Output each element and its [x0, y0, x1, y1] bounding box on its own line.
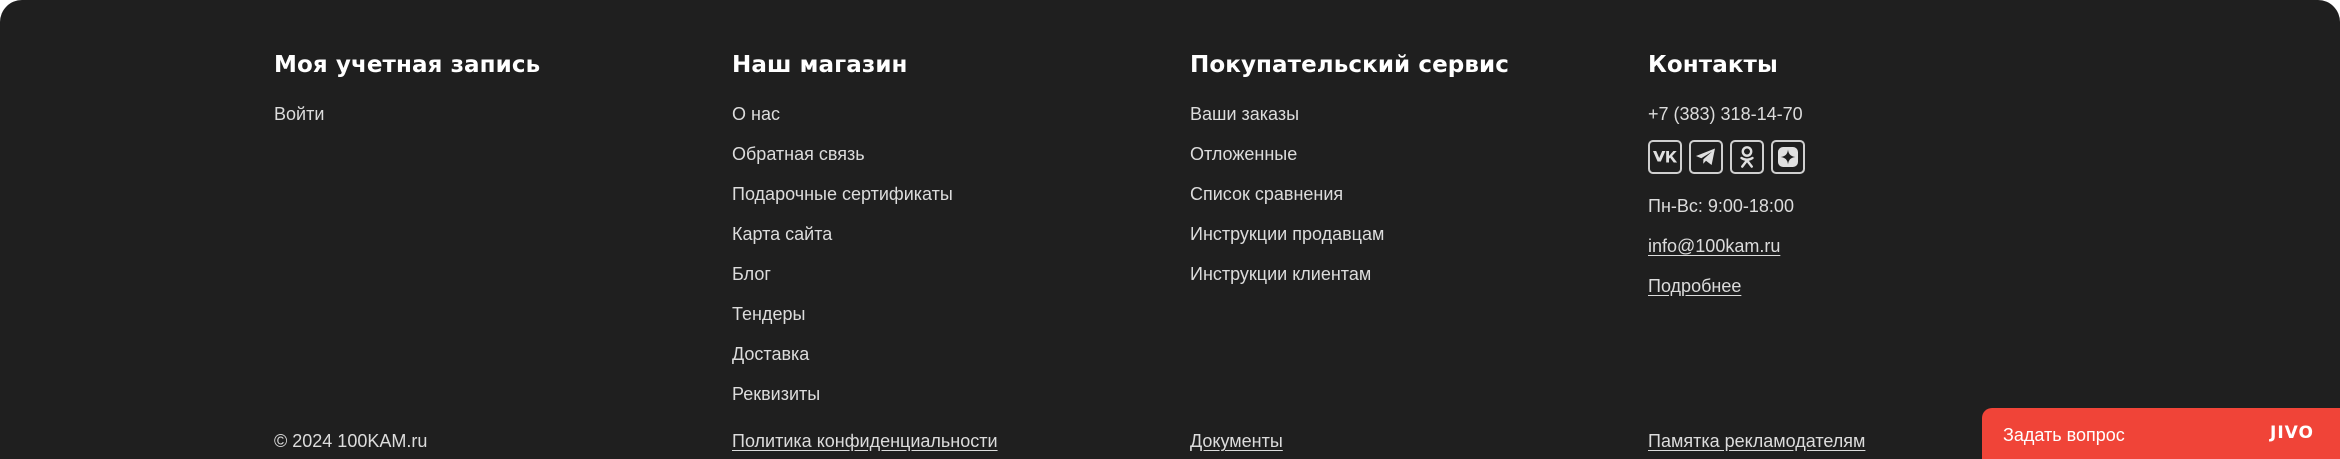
footer-link-item: Карта сайта: [732, 222, 1172, 262]
footer-link-item: Подарочные сертификаты: [732, 182, 1172, 222]
shop-links: О нас Обратная связь Подарочные сертифик…: [732, 102, 1172, 422]
footer-column-contacts: Контакты +7 (383) 318-14-70 Пн-Вс: 9:00-…: [1648, 48, 2088, 298]
social-links: [1648, 140, 2088, 174]
orders-link[interactable]: Ваши заказы: [1190, 104, 1299, 124]
compare-list-link[interactable]: Список сравнения: [1190, 184, 1343, 204]
service-links: Ваши заказы Отложенные Список сравнения …: [1190, 102, 1630, 302]
footer-column-service: Покупательский сервис Ваши заказы Отложе…: [1190, 48, 1630, 302]
privacy-policy-link[interactable]: Политика конфиденциальности: [732, 429, 998, 453]
copyright: © 2024 100KAM.ru: [274, 431, 428, 451]
footer-link-item: Тендеры: [732, 302, 1172, 342]
chat-label: Задать вопрос: [2003, 425, 2125, 445]
footer-link-item: Ваши заказы: [1190, 102, 1630, 142]
footer-heading-contacts: Контакты: [1648, 52, 1778, 78]
footer-link-item: Список сравнения: [1190, 182, 1630, 222]
footer-link-item: Войти: [274, 102, 714, 142]
footer-link-item: Отложенные: [1190, 142, 1630, 182]
footer-link-item: Обратная связь: [732, 142, 1172, 182]
tenders-link[interactable]: Тендеры: [732, 304, 805, 324]
account-links: Войти: [274, 102, 714, 142]
seller-instructions-link[interactable]: Инструкции продавцам: [1190, 224, 1384, 244]
blog-link[interactable]: Блог: [732, 264, 771, 284]
gift-certificates-link[interactable]: Подарочные сертификаты: [732, 184, 953, 204]
footer-link-item: Доставка: [732, 342, 1172, 382]
ask-question-chat-button[interactable]: Задать вопрос JIVO: [1982, 408, 2340, 459]
footer-link-item: Блог: [732, 262, 1172, 302]
jivo-logo: JIVO: [2270, 423, 2314, 443]
footer-heading-account: Моя учетная запись: [274, 52, 541, 78]
more-contacts-link[interactable]: Подробнее: [1648, 276, 1741, 296]
requisites-link[interactable]: Реквизиты: [732, 384, 820, 404]
telegram-icon[interactable]: [1689, 140, 1723, 174]
advertisers-memo-link[interactable]: Памятка рекламодателям: [1648, 429, 1865, 453]
documents-link[interactable]: Документы: [1190, 429, 1283, 453]
footer-link-item: О нас: [732, 102, 1172, 142]
email-link[interactable]: info@100kam.ru: [1648, 236, 1780, 256]
footer-link-item: Инструкции продавцам: [1190, 222, 1630, 262]
footer-link-item: Реквизиты: [732, 382, 1172, 422]
delivery-link[interactable]: Доставка: [732, 344, 809, 364]
phone-number[interactable]: +7 (383) 318-14-70: [1648, 102, 2088, 126]
footer-column-shop: Наш магазин О нас Обратная связь Подароч…: [732, 48, 1172, 422]
site-footer: Моя учетная запись Войти Наш магазин О н…: [0, 0, 2340, 459]
footer-heading-shop: Наш магазин: [732, 52, 908, 78]
odnoklassniki-icon[interactable]: [1730, 140, 1764, 174]
login-link[interactable]: Войти: [274, 104, 324, 124]
client-instructions-link[interactable]: Инструкции клиентам: [1190, 264, 1371, 284]
footer-heading-service: Покупательский сервис: [1190, 52, 1509, 78]
vk-icon[interactable]: [1648, 140, 1682, 174]
about-link[interactable]: О нас: [732, 104, 780, 124]
sitemap-link[interactable]: Карта сайта: [732, 224, 832, 244]
footer-link-item: Инструкции клиентам: [1190, 262, 1630, 302]
footer-column-account: Моя учетная запись Войти: [274, 48, 714, 142]
working-hours: Пн-Вс: 9:00-18:00: [1648, 196, 1794, 216]
feedback-link[interactable]: Обратная связь: [732, 144, 865, 164]
yandex-zen-icon[interactable]: [1771, 140, 1805, 174]
wishlist-link[interactable]: Отложенные: [1190, 144, 1297, 164]
